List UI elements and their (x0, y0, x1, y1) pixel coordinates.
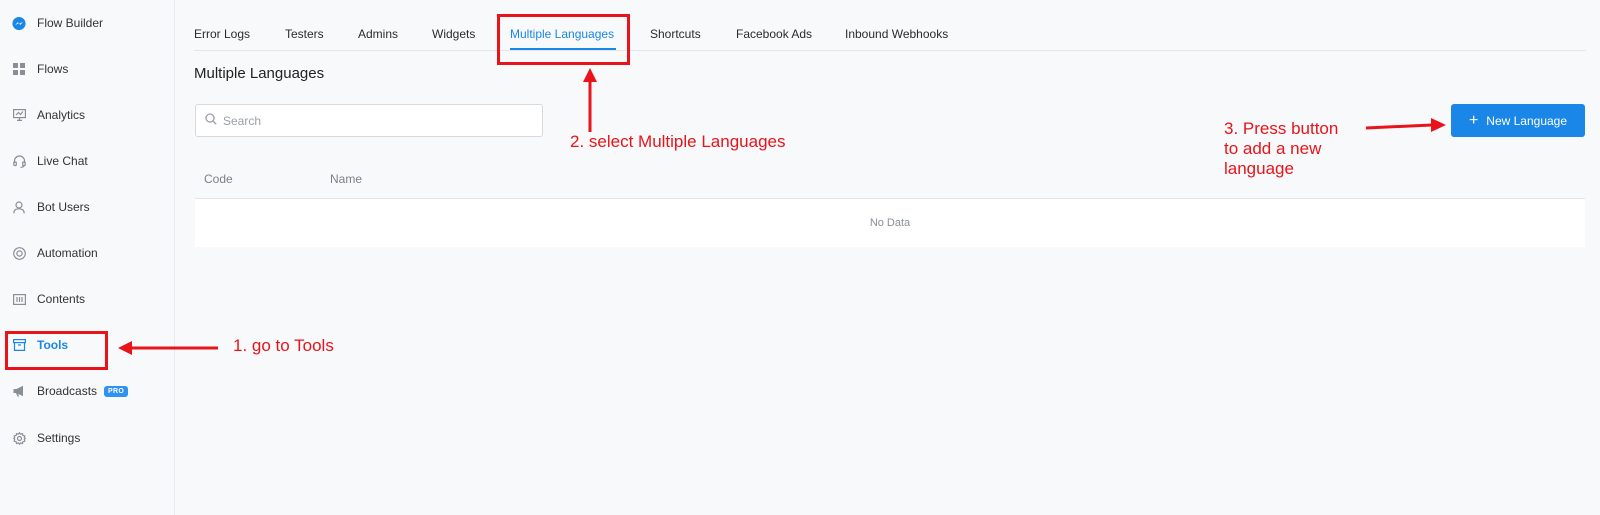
grid-icon (12, 62, 26, 76)
column-header-code: Code (204, 172, 233, 186)
sidebar-item-label: Settings (37, 431, 81, 445)
annotation-step-3-line-3: language (1224, 159, 1294, 178)
arrow-to-tab (583, 68, 597, 132)
sidebar-item-flow-builder[interactable]: Flow Builder (12, 9, 162, 37)
tab-shortcuts[interactable]: Shortcuts (650, 27, 701, 41)
sidebar-item-label: Bot Users (37, 200, 90, 214)
languages-table: Code Name No Data (195, 159, 1585, 247)
sidebar-item-broadcasts[interactable]: Broadcasts PRO (12, 377, 162, 405)
sidebar-item-bot-users[interactable]: Bot Users (12, 193, 162, 221)
sidebar-item-label: Broadcasts (37, 384, 98, 398)
plus-icon: + (1468, 111, 1479, 129)
new-language-label: New Language (1486, 113, 1568, 128)
user-icon (12, 200, 26, 214)
annotation-step-3-line-2: to add a new (1224, 139, 1322, 158)
sidebar-item-label: Contents (37, 292, 86, 306)
automation-icon (12, 246, 26, 260)
tab-highlight-box (497, 14, 630, 65)
column-header-name: Name (330, 172, 363, 186)
sidebar: Flow Builder Flows Analytics Live Chat B… (0, 0, 175, 515)
sidebar-item-label: Live Chat (37, 154, 88, 168)
empty-state: No Data (869, 217, 911, 229)
sidebar-item-live-chat[interactable]: Live Chat (12, 147, 162, 175)
annotation-step-2: 2. select Multiple Languages (570, 132, 786, 151)
tab-error-logs[interactable]: Error Logs (194, 27, 250, 41)
search-input[interactable] (223, 113, 523, 128)
sidebar-item-label: Analytics (37, 108, 86, 122)
sidebar-item-settings[interactable]: Settings (12, 424, 162, 452)
search-icon (205, 112, 217, 130)
tools-highlight-box (5, 331, 108, 370)
megaphone-icon (12, 384, 26, 398)
gear-icon (12, 431, 26, 445)
contents-icon (12, 292, 26, 306)
sidebar-item-analytics[interactable]: Analytics (12, 101, 162, 129)
table-header: Code Name (195, 159, 1585, 199)
tab-widgets[interactable]: Widgets (432, 27, 475, 41)
tab-testers[interactable]: Testers (285, 27, 324, 41)
sidebar-item-automation[interactable]: Automation (12, 239, 162, 267)
arrow-to-tools (118, 341, 218, 355)
arrow-to-new-button (1365, 118, 1446, 132)
sidebar-item-label: Flow Builder (37, 16, 104, 30)
sidebar-item-label: Flows (37, 62, 69, 76)
annotation-step-1: 1. go to Tools (233, 336, 334, 355)
page-title: Multiple Languages (194, 65, 325, 82)
pro-badge: PRO (104, 385, 129, 397)
sidebar-item-flows[interactable]: Flows (12, 55, 162, 83)
tab-admins[interactable]: Admins (358, 27, 398, 41)
search-box[interactable] (195, 104, 543, 137)
sidebar-item-label: Automation (37, 246, 98, 260)
messenger-icon (12, 16, 26, 30)
new-language-button[interactable]: + New Language (1451, 104, 1585, 137)
chart-icon (12, 108, 26, 122)
headset-icon (12, 154, 26, 168)
tab-bar: Error Logs Testers Admins Widgets Multip… (194, 0, 1586, 51)
tab-inbound-webhooks[interactable]: Inbound Webhooks (845, 27, 948, 41)
sidebar-item-contents[interactable]: Contents (12, 285, 162, 313)
tab-facebook-ads[interactable]: Facebook Ads (736, 27, 812, 41)
annotation-step-3-line-1: 3. Press button (1224, 119, 1339, 138)
